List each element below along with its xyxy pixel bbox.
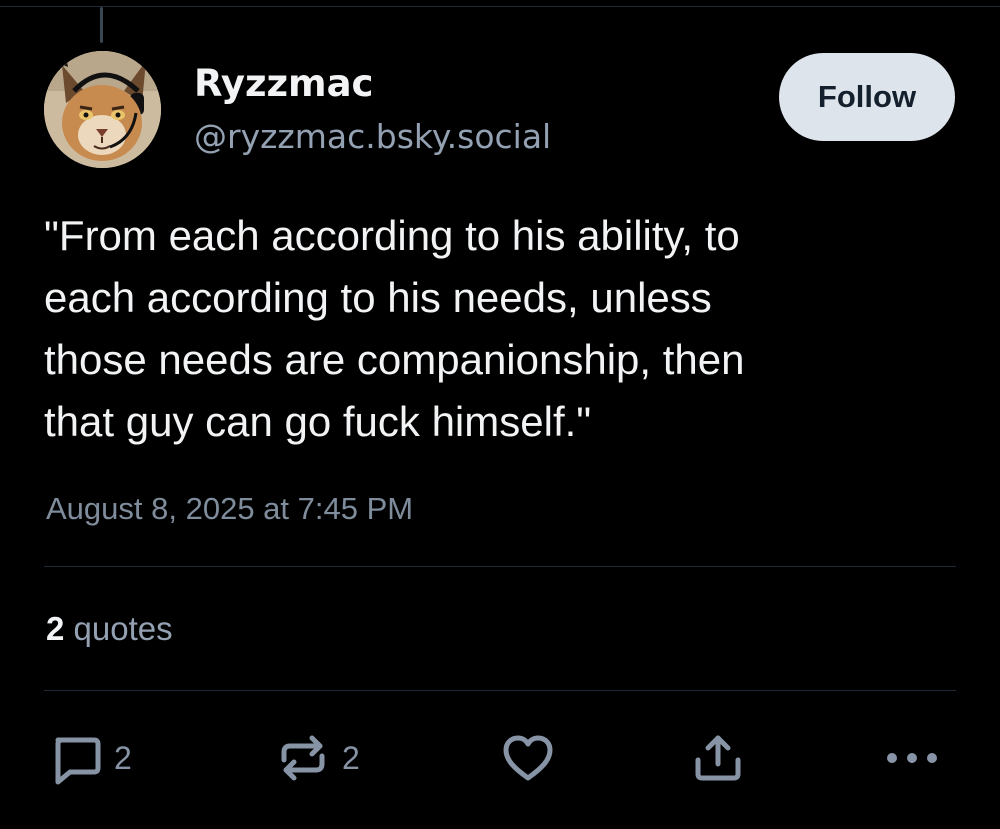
author-display-name[interactable]: Ryzzmac: [194, 62, 373, 105]
author-handle[interactable]: @ryzzmac.bsky.social: [194, 117, 551, 156]
reply-count: 2: [114, 739, 132, 776]
reply-button[interactable]: 2: [48, 730, 132, 786]
repost-button[interactable]: 2: [274, 730, 360, 786]
more-icon: [887, 753, 937, 763]
share-button[interactable]: [690, 730, 746, 786]
follow-button[interactable]: Follow: [779, 53, 955, 141]
caracal-avatar-icon: [44, 51, 161, 168]
repost-count: 2: [342, 739, 360, 776]
stats-top-divider: [44, 566, 956, 567]
share-icon: [695, 735, 741, 781]
thread-connector-line: [100, 7, 103, 43]
quotes-stat[interactable]: 2 quotes: [46, 610, 173, 648]
post-timestamp: August 8, 2025 at 7:45 PM: [46, 491, 414, 526]
repost-icon: [281, 735, 325, 781]
like-button[interactable]: [500, 730, 556, 786]
quotes-label: quotes: [73, 610, 173, 647]
top-divider: [0, 6, 1000, 7]
quotes-count: 2: [46, 610, 65, 647]
reply-icon: [55, 737, 101, 785]
heart-icon: [503, 735, 553, 781]
more-options-button[interactable]: [884, 730, 940, 786]
author-avatar[interactable]: [44, 51, 161, 168]
stats-bottom-divider: [44, 690, 956, 691]
post-text: "From each according to his ability, to …: [44, 212, 745, 445]
